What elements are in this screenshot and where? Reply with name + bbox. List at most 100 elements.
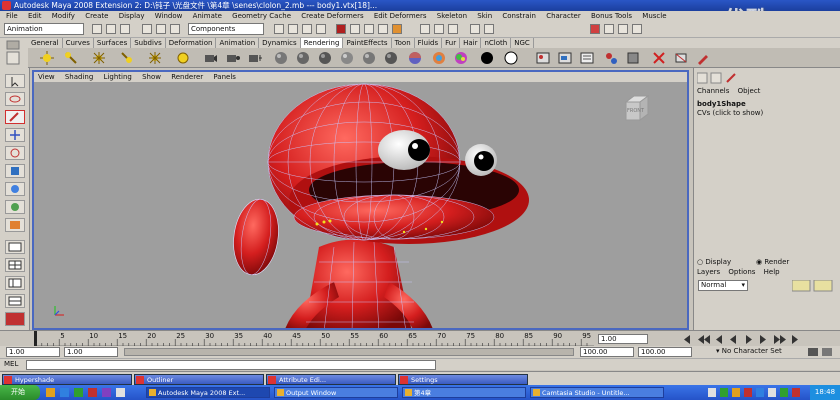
viewport-menu-shading[interactable]: Shading [65,73,93,81]
render-icon[interactable] [420,24,430,34]
move-tool-icon[interactable] [5,128,25,142]
texture-icon[interactable] [626,51,640,65]
mel-command-input[interactable] [26,360,436,370]
attribute-editor-icon[interactable] [604,24,614,34]
layers-menu[interactable]: Layers [697,268,720,276]
menu-create-deformers[interactable]: Create Deformers [301,12,363,20]
scale-tool-icon[interactable] [5,164,25,178]
tab-ngc[interactable]: NGC [511,38,534,48]
select-hierarchy-icon[interactable] [142,24,152,34]
mask-icon[interactable] [336,24,346,34]
range-end-field[interactable]: 100.00 [638,347,692,357]
mask-icon-2[interactable] [350,24,360,34]
start-button[interactable]: 开始 [0,385,40,400]
minimized-settings[interactable]: Settings [398,374,528,385]
character-model[interactable] [34,82,687,328]
tab-deformation[interactable]: Deformation [166,38,217,48]
menu-constrain[interactable]: Constrain [502,12,536,20]
single-pane-layout-icon[interactable] [5,240,25,254]
viewcube-widget[interactable]: FRONT [622,94,652,122]
menu-display[interactable]: Display [119,12,145,20]
time-slider[interactable]: 5 10 15 20 25 30 35 40 45 50 55 60 65 70 75 80 85 90 95 1.… [0,330,840,347]
menu-create[interactable]: Create [85,12,108,20]
menu-modify[interactable]: Modify [52,12,75,20]
menu-bonus-tools[interactable]: Bonus Tools [591,12,632,20]
task-camtasia[interactable]: Camtasia Studio - Untitle... [530,387,664,398]
menu-skin[interactable]: Skin [477,12,492,20]
volume-light-icon[interactable] [148,51,162,65]
viewport-menu-view[interactable]: View [38,73,55,81]
ramp-shader-icon[interactable] [432,51,446,65]
render-settings-icon[interactable] [448,24,458,34]
shader-ball-grey4-icon[interactable] [340,51,354,65]
menu-edit[interactable]: Edit [28,12,42,20]
shader-ball-grey3-icon[interactable] [318,51,332,65]
mel-label[interactable]: MEL [4,360,18,368]
area-light-icon[interactable] [92,51,106,65]
show-manipulator-icon[interactable] [5,218,25,232]
spot-light-icon[interactable] [64,51,78,65]
tab-toon[interactable]: Toon [392,38,415,48]
range-slider[interactable] [124,348,574,356]
current-frame-field[interactable]: 1.00 [598,334,648,344]
options-menu[interactable]: Options [728,268,755,276]
range-start-field[interactable]: 1.00 [6,347,60,357]
new-scene-icon[interactable] [92,24,102,34]
tab-surfaces[interactable]: Surfaces [94,38,132,48]
viewport-menu-panels[interactable]: Panels [213,73,236,81]
snap-plane-icon[interactable] [316,24,326,34]
tab-rendering[interactable]: Rendering [300,38,344,48]
select-object-icon[interactable] [156,24,166,34]
render-globals-icon[interactable] [580,51,594,65]
camera-aim-icon[interactable] [226,51,240,65]
layered-shader-icon[interactable] [408,51,422,65]
task-output-window[interactable]: Output Window [274,387,398,398]
shader-ball-grey-icon[interactable] [274,51,288,65]
rotate-tool-icon[interactable] [5,146,25,160]
channel-layout-icons[interactable] [697,72,747,84]
rainbow-shader-icon[interactable] [454,51,468,65]
task-maya[interactable]: Autodesk Maya 2008 Ext... [146,387,270,398]
tool-settings-icon[interactable] [618,24,628,34]
tab-general[interactable]: General [28,38,63,48]
shader-ball-grey2-icon[interactable] [296,51,310,65]
snap-curve-icon[interactable] [288,24,298,34]
tab-fluids[interactable]: Fluids [415,38,443,48]
tab-animation[interactable]: Animation [216,38,260,48]
show-icon[interactable] [590,24,600,34]
viewport-menu-lighting[interactable]: Lighting [104,73,132,81]
delete-shader-icon[interactable] [652,51,666,65]
menu-animate[interactable]: Animate [193,12,222,20]
minimized-attribute-editor[interactable]: Attribute Edi... [266,374,396,385]
snap-point-icon[interactable] [302,24,312,34]
use-background-icon[interactable] [504,51,518,65]
tab-dynamics[interactable]: Dynamics [259,38,301,48]
ipr-render-icon[interactable] [434,24,444,34]
camera-aim-up-icon[interactable] [248,51,262,65]
manipulator-tool-icon[interactable] [5,182,25,196]
cvs-click-to-show[interactable]: CVs (click to show) [697,109,763,118]
tab-painteffects[interactable]: PaintEffects [343,38,392,48]
persp-graph-layout-icon[interactable] [5,294,25,308]
current-time-marker[interactable] [34,331,37,347]
quick-launch-icons[interactable] [44,387,140,398]
perspective-viewport[interactable]: View Shading Lighting Show Renderer Pane… [32,70,689,330]
menu-geometry-cache[interactable]: Geometry Cache [232,12,291,20]
system-tray-icons[interactable] [706,387,804,398]
selection-mask-dropdown[interactable]: Components [188,23,264,35]
paint-icon[interactable] [696,51,710,65]
menu-file[interactable]: File [6,12,18,20]
surface-shader-icon[interactable] [480,51,494,65]
paint-select-tool-icon[interactable] [5,110,25,124]
layer-buttons[interactable] [792,280,836,292]
select-tool-icon[interactable] [5,74,25,88]
ipr-icon[interactable] [558,51,572,65]
channel-box-icon[interactable] [632,24,642,34]
camera-icon[interactable] [204,51,218,65]
channels-menu[interactable]: Channels [697,87,729,95]
task-folder[interactable]: 第4章 [402,387,526,398]
tab-ncloth[interactable]: nCloth [481,38,512,48]
construction-history-icon[interactable] [484,24,494,34]
auto-key-icons[interactable] [808,347,838,357]
tab-hair[interactable]: Hair [460,38,482,48]
